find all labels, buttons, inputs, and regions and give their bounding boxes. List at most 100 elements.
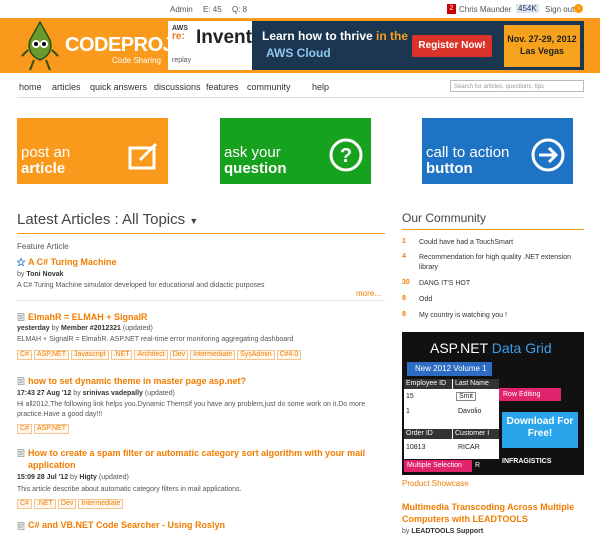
infragistics-data-grid-ad[interactable]: ASP.NET Data Grid New 2012 Volume 1 Empl… — [402, 332, 584, 475]
article-status: (updated) — [144, 390, 175, 397]
post-article-tile[interactable]: post an article — [17, 118, 168, 184]
ad-headline-1-text: Learn how to thrive — [262, 29, 373, 43]
document-icon — [17, 449, 25, 457]
community-item[interactable]: 1 Could have had a TouchSmart — [402, 238, 584, 248]
nav-features[interactable]: features — [206, 82, 239, 92]
community-item[interactable]: 8 My country is watching you ! — [402, 311, 584, 321]
community-count: 4 — [402, 253, 406, 260]
community-count: 1 — [402, 238, 406, 245]
grid-cell: R — [475, 462, 481, 469]
multimedia-article-title[interactable]: Multimedia Transcoding Across Multiple C… — [402, 501, 584, 525]
community-item[interactable]: 30 DANG IT'S HOT — [402, 279, 584, 289]
tag[interactable]: C# — [17, 499, 32, 509]
nav-quick-answers[interactable]: quick answers — [90, 82, 147, 92]
nav-home[interactable]: home — [19, 82, 42, 92]
nav-articles[interactable]: articles — [52, 82, 81, 92]
article-author[interactable]: Higty — [79, 474, 97, 481]
signout-link[interactable]: Sign out — [545, 5, 574, 14]
article-desc: This article describe about automatic ca… — [17, 486, 242, 493]
arrow-right-icon — [531, 138, 565, 172]
ad-date-line1: Nov. 27-29, 2012 — [507, 34, 577, 44]
row-editing-label: Row Editing — [499, 388, 561, 401]
document-icon — [17, 377, 25, 385]
tag[interactable]: .NET — [110, 350, 133, 360]
admin-link[interactable]: Admin — [170, 5, 193, 14]
community-text[interactable]: My country is watching you ! — [419, 311, 584, 321]
star-icon — [17, 258, 25, 266]
tag[interactable]: Intermediate — [190, 350, 236, 360]
multimedia-author[interactable]: LEADTOOLS Support — [411, 528, 483, 535]
nav-community[interactable]: community — [247, 82, 291, 92]
grid-cell: 15 — [406, 393, 414, 400]
article-author[interactable]: srinivas vadepally — [83, 390, 143, 397]
ad-date-line2: Las Vegas — [519, 46, 565, 56]
tile-cta-line2: button — [426, 160, 473, 177]
article-desc: Hi all2012,The following link helps you.… — [17, 401, 366, 418]
q-count[interactable]: Q: 8 — [232, 5, 247, 14]
notification-badge[interactable]: 2 — [447, 4, 456, 14]
article-author[interactable]: Member #2012321 — [61, 325, 121, 332]
tile-ask-line1: ask your — [224, 144, 281, 161]
article-meta: 17:43 27 Aug '12 by srinivas vadepally (… — [17, 390, 175, 397]
tag[interactable]: C#4.0 — [276, 350, 302, 360]
latest-articles-heading[interactable]: Latest Articles : All Topics ▼ — [17, 211, 198, 228]
community-text[interactable]: Recommendation for high quality .NET ext… — [419, 253, 584, 273]
tag[interactable]: .NET — [33, 499, 56, 509]
call-to-action-tile[interactable]: call to action button — [422, 118, 573, 184]
grid-ad-volume: New 2012 Volume 1 — [407, 362, 492, 376]
e-count[interactable]: E: 45 — [203, 5, 222, 14]
community-text[interactable]: DANG IT'S HOT — [419, 279, 584, 289]
user-name-link[interactable]: Chris Maunder — [459, 5, 511, 14]
article-meta: 15:09 28 Jul '12 by Higty (updated) — [17, 474, 129, 481]
article-tags: C# .NET Dev Intermediate — [17, 499, 125, 509]
featured-author[interactable]: Toni Novak — [26, 271, 63, 278]
tag[interactable]: Javascript — [71, 350, 109, 360]
tag[interactable]: Dev — [169, 350, 189, 360]
featured-article-title[interactable]: A C# Turing Machine — [28, 257, 117, 267]
community-text[interactable]: Could have had a TouchSmart — [419, 238, 584, 248]
article-title[interactable]: C# and VB.NET Code Searcher - Using Rosl… — [28, 520, 225, 530]
community-text[interactable]: Odd — [419, 295, 584, 305]
chevron-down-icon[interactable]: ▼ — [189, 216, 198, 226]
article-title[interactable]: How to create a spam filter or automatic… — [28, 447, 388, 471]
reinvent-banner-ad[interactable]: AWS re: Invent replay Learn how to thriv… — [168, 21, 584, 70]
community-count: 30 — [402, 279, 410, 286]
grid-cell: Davolio — [458, 408, 482, 415]
community-item[interactable]: 4 Recommendation for high quality .NET ex… — [402, 253, 584, 273]
ask-question-tile[interactable]: ask your question ? — [220, 118, 371, 184]
signout-arrow-icon[interactable]: › — [574, 4, 583, 13]
tag[interactable]: ASP.NET — [33, 424, 70, 434]
article-title[interactable]: how to set dynamic theme in master page … — [28, 376, 246, 386]
tag[interactable]: C# — [17, 424, 32, 434]
pencil-edit-icon — [128, 142, 158, 170]
download-free-button[interactable]: Download For Free! — [502, 412, 578, 448]
tag[interactable]: Architect — [134, 350, 168, 360]
nav-help[interactable]: help — [312, 82, 329, 92]
bob-mascot-icon[interactable] — [20, 20, 60, 72]
ad-register-button[interactable]: Register Now! — [412, 35, 492, 57]
grid-edit-cell: Smit — [456, 392, 476, 401]
ad-date-box: Nov. 27-29, 2012 Las Vegas — [504, 25, 580, 67]
ad-re-label: re: — [172, 31, 185, 42]
search-input[interactable]: Search for articles, questions, tips — [450, 80, 584, 92]
ad-headline-2: AWS Cloud — [266, 46, 331, 60]
community-item[interactable]: 8 Odd — [402, 295, 584, 305]
tag[interactable]: C# — [17, 350, 32, 360]
grid-cell: RICAR — [458, 444, 480, 451]
tag[interactable]: Dev — [57, 499, 77, 509]
multimedia-by: by — [402, 528, 410, 535]
featured-article-desc: A C# Turing Machine simulator developed … — [17, 282, 265, 289]
article-title[interactable]: ElmahR = ELMAH + SignalR — [28, 312, 148, 322]
reputation-badge[interactable]: 454K — [516, 4, 539, 13]
tag[interactable]: Intermediate — [78, 499, 124, 509]
grid-cell: 10813 — [406, 444, 426, 451]
nav-discussions[interactable]: discussions — [154, 82, 201, 92]
product-showcase-link[interactable]: Product Showcase — [402, 479, 469, 488]
more-link[interactable]: more... — [356, 289, 381, 298]
tag[interactable]: SysAdmin — [237, 350, 275, 360]
tag[interactable]: ASP.NET — [33, 350, 70, 360]
infragistics-logo: INFRAGISTICS — [502, 458, 552, 465]
grid-ad-title-a: ASP.NET — [430, 340, 492, 356]
ad-headline-1-accent: in the — [372, 29, 409, 43]
community-count: 8 — [402, 295, 406, 302]
